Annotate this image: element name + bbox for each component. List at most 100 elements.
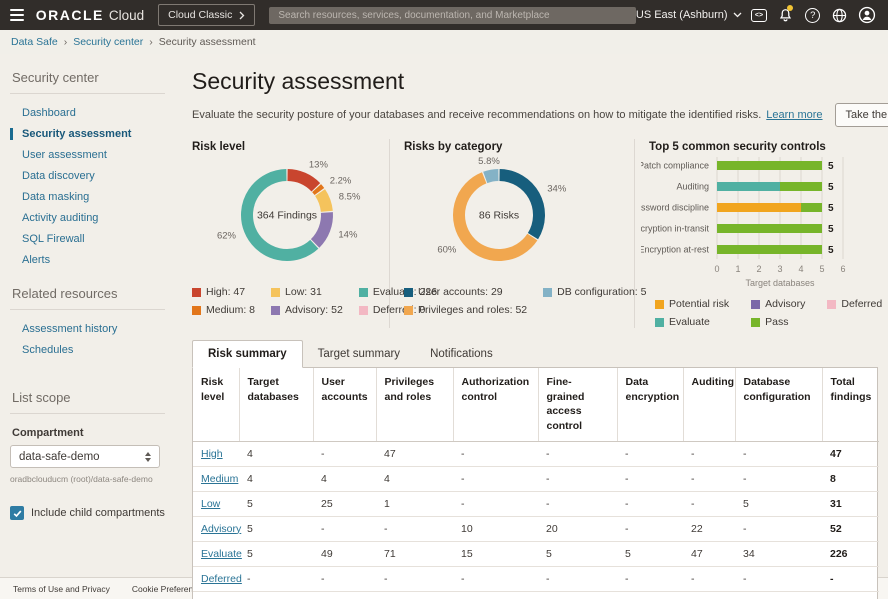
table-foot: Displaying 6 risk levels <box>193 591 879 599</box>
sidebar-item-sql-firewall[interactable]: SQL Firewall <box>10 233 165 245</box>
footer-link-terms-of-use-and-privacy[interactable]: Terms of Use and Privacy <box>13 584 110 594</box>
risk-level-chart-section: Risk level 13%2.2%8.5%14%62%364 Findings… <box>192 139 390 328</box>
user-avatar-icon[interactable] <box>857 4 876 26</box>
legend-label: Advisory: 52 <box>285 304 343 316</box>
cloud-classic-label: Cloud Classic <box>168 9 232 21</box>
table-cell: - <box>735 466 822 491</box>
divider <box>10 413 165 414</box>
table-cell: - <box>239 566 313 591</box>
notifications-bell-icon[interactable] <box>776 4 795 26</box>
tabs: Risk summaryTarget summaryNotifications <box>192 340 870 367</box>
risk-level-link-deferred[interactable]: Deferred <box>201 573 242 585</box>
table-cell: 71 <box>376 541 453 566</box>
sidebar-item-schedules[interactable]: Schedules <box>10 344 165 356</box>
tab-notifications[interactable]: Notifications <box>415 341 508 367</box>
legend-label: Advisory <box>765 298 805 310</box>
sidebar-item-assessment-history[interactable]: Assessment history <box>10 323 165 335</box>
table-cell: - <box>822 566 879 591</box>
breadcrumb-current: Security assessment <box>159 36 256 48</box>
table-head: Risk levelTarget databasesUser accountsP… <box>193 368 879 441</box>
legend-label: Pass <box>765 316 788 328</box>
table-cell: - <box>735 441 822 466</box>
legend-item-deferred: Deferred <box>827 298 882 310</box>
legend-swatch <box>404 288 413 297</box>
page: ORACLE Cloud Cloud Classic US East (Ashb… <box>0 0 888 599</box>
footer-links: Terms of Use and PrivacyCookie Preferenc… <box>13 584 207 594</box>
cloud-classic-button[interactable]: Cloud Classic <box>158 4 255 26</box>
legend-item-high-47: High: 47 <box>192 286 255 298</box>
risk-level-link-medium[interactable]: Medium <box>201 473 238 485</box>
risk-level-cell: Low <box>193 491 239 516</box>
breadcrumb-separator: › <box>64 36 68 48</box>
legend-swatch <box>192 288 201 297</box>
donut-chart-svg: 13%2.2%8.5%14%62%364 Findings <box>192 155 382 277</box>
sidebar-item-activity-auditing[interactable]: Activity auditing <box>10 212 165 224</box>
divider <box>10 93 165 94</box>
bar-value-label: 5 <box>828 224 834 235</box>
help-icon[interactable]: ? <box>803 4 822 26</box>
risk-level-link-advisory[interactable]: Advisory <box>201 523 241 535</box>
category-label-auditing: Auditing <box>676 182 709 192</box>
risk-level-donut: 13%2.2%8.5%14%62%364 Findings <box>192 155 381 282</box>
legend-swatch <box>655 300 664 309</box>
page-title: Security assessment <box>192 68 870 95</box>
category-label-patch-compliance: Patch compliance <box>641 161 709 171</box>
hamburger-menu-icon[interactable] <box>10 9 24 21</box>
help-glyph: ? <box>805 8 820 23</box>
donut-pct-label: 62% <box>217 231 237 242</box>
sidebar-item-security-assessment[interactable]: Security assessment <box>10 128 165 140</box>
table-cell: - <box>376 516 453 541</box>
breadcrumb-link-data-safe[interactable]: Data Safe <box>11 36 58 48</box>
sidebar-item-data-masking[interactable]: Data masking <box>10 191 165 203</box>
tab-target-summary[interactable]: Target summary <box>303 341 415 367</box>
table-cell: - <box>538 566 617 591</box>
table-cell: 10 <box>453 516 538 541</box>
table-cell: - <box>683 566 735 591</box>
risk-level-cell: Evaluate <box>193 541 239 566</box>
sidebar-heading-related-resources: Related resources <box>12 286 165 301</box>
risk-level-link-high[interactable]: High <box>201 448 223 460</box>
take-the-tour-button[interactable]: Take the tour <box>835 103 888 127</box>
column-header-fine-grained-access-control: Fine-grained access control <box>538 368 617 441</box>
donut-pct-label: 13% <box>309 160 329 171</box>
risks-by-category-legend: User accounts: 29Privileges and roles: 5… <box>404 286 634 316</box>
bar-segment-evaluate <box>717 182 780 191</box>
compartment-path: oradbclouducm (root)/data-safe-demo <box>10 474 165 484</box>
learn-more-link[interactable]: Learn more <box>766 109 822 121</box>
include-child-compartments-checkbox[interactable] <box>10 506 24 520</box>
legend-swatch <box>271 288 280 297</box>
sidebar-item-alerts[interactable]: Alerts <box>10 254 165 266</box>
bar-value-label: 5 <box>828 161 834 172</box>
risk-level-link-low[interactable]: Low <box>201 498 220 510</box>
table-cell: 5 <box>239 491 313 516</box>
table-cell: - <box>683 466 735 491</box>
column-header-data-encryption: Data encryption <box>617 368 683 441</box>
risks-by-category-chart-section: Risks by category 34%60%5.8%86 Risks Use… <box>390 139 635 328</box>
sidebar-item-data-discovery[interactable]: Data discovery <box>10 170 165 182</box>
region-selector[interactable]: US East (Ashburn) <box>636 9 742 21</box>
breadcrumb-link-security-center[interactable]: Security center <box>73 36 143 48</box>
legend-item-advisory-52: Advisory: 52 <box>271 304 343 316</box>
table-cell: 5 <box>617 541 683 566</box>
cloud-shell-icon[interactable]: <> <box>750 4 769 26</box>
x-tick-label: 5 <box>819 264 824 274</box>
list-scope-section: List scope Compartment data-safe-demo or… <box>10 390 165 520</box>
tab-risk-summary[interactable]: Risk summary <box>192 340 303 368</box>
list-scope-heading: List scope <box>12 390 165 405</box>
include-child-compartments-row: Include child compartments <box>10 506 165 520</box>
table-row-evaluate: Evaluate5497115554734226 <box>193 541 879 566</box>
globe-icon[interactable] <box>830 4 849 26</box>
compartment-select[interactable]: data-safe-demo <box>10 445 160 468</box>
column-header-risk-level: Risk level <box>193 368 239 441</box>
sidebar-item-dashboard[interactable]: Dashboard <box>10 107 165 119</box>
legend-swatch <box>751 318 760 327</box>
bar-segment-pass <box>717 245 822 254</box>
donut-chart-svg: 34%60%5.8%86 Risks <box>404 155 594 277</box>
table-cell: 31 <box>822 491 879 516</box>
risk-level-link-evaluate[interactable]: Evaluate <box>201 548 242 560</box>
sidebar-item-user-assessment[interactable]: User assessment <box>10 149 165 161</box>
logo-oracle-text: ORACLE <box>36 7 104 23</box>
table-cell: 25 <box>313 491 376 516</box>
search-input[interactable] <box>269 7 636 24</box>
table-cell: - <box>617 441 683 466</box>
